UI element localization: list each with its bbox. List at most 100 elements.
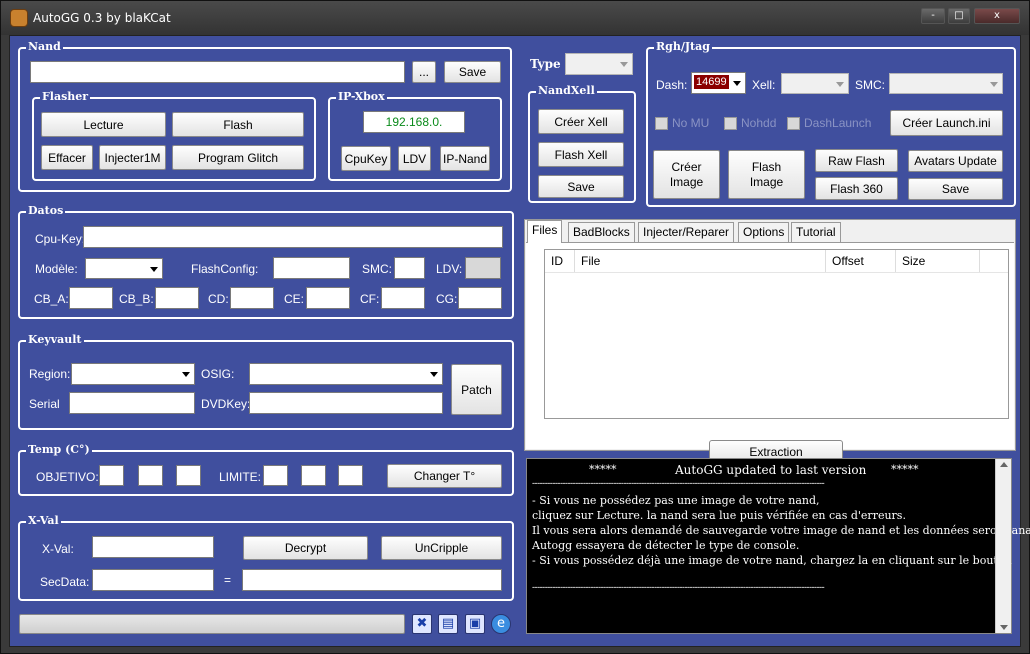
ip-nand-button[interactable]: IP-Nand [440,146,490,171]
nandxell-save-button[interactable]: Save [538,175,624,198]
effacer-button[interactable]: Effacer [41,145,93,170]
nohdd-label: Nohdd [741,116,777,130]
log-scrollbar[interactable] [995,459,1011,633]
cbb-input[interactable] [155,287,199,309]
dashlaunch-checkbox[interactable]: DashLaunch [787,116,871,130]
xell-select[interactable] [781,73,849,94]
nomu-checkbox[interactable]: No MU [655,116,709,130]
nand-path-input[interactable] [30,61,405,83]
temp-group-label: Temp (C°) [26,443,92,456]
objetivo-input-2[interactable] [138,465,163,486]
flasher-group-label: Flasher [40,90,91,103]
datos-smc-input[interactable] [394,257,425,279]
rgh-smc-label: SMC: [855,78,885,92]
creer-xell-button[interactable]: Créer Xell [538,109,624,134]
xval-input[interactable] [92,536,214,558]
column-header-file[interactable]: File [575,250,826,272]
osig-label: OSIG: [201,367,235,381]
type-select[interactable] [565,53,633,75]
progress-bar [19,614,405,634]
avatars-update-button[interactable]: Avatars Update [908,150,1003,172]
changer-temp-button[interactable]: Changer T° [387,464,502,488]
ce-input[interactable] [306,287,350,309]
cf-input[interactable] [381,287,425,309]
limite-input-1[interactable] [263,465,288,486]
column-header-size[interactable]: Size [896,250,980,272]
limite-input-2[interactable] [301,465,326,486]
open-file-icon[interactable]: ▤ [438,614,458,634]
creer-launch-ini-button[interactable]: Créer Launch.ini [890,110,1003,136]
cg-input[interactable] [458,287,502,309]
tools-icon[interactable]: ✖ [412,614,432,634]
raw-flash-button[interactable]: Raw Flash [815,149,898,172]
scroll-down-icon[interactable] [1000,625,1008,630]
keyvault-group: Keyvault [18,333,514,430]
tab-injecter-reparer[interactable]: Injecter/Reparer [638,222,735,242]
nohdd-checkbox[interactable]: Nohdd [724,116,776,130]
datos-ldv-input[interactable] [465,257,501,279]
tab-files[interactable]: Files [527,220,563,243]
files-list[interactable]: ID File Offset Size [544,249,1009,419]
cd-input[interactable] [230,287,274,309]
datos-ldv-label: LDV: [436,262,463,276]
log-output[interactable]: ***** AutoGG updated to last version ***… [526,458,1030,634]
limite-input-3[interactable] [338,465,363,486]
region-select[interactable] [71,363,195,385]
tab-options[interactable]: Options [738,222,790,242]
close-button[interactable]: x [974,8,1020,24]
xell-label: Xell: [752,78,776,92]
ip-address-input[interactable]: 192.168.0. [363,111,465,133]
dvdkey-input[interactable] [249,392,443,414]
modele-select[interactable] [85,258,163,279]
nand-save-button[interactable]: Save [444,61,501,83]
ldv-button[interactable]: LDV [398,146,431,171]
maximize-button[interactable]: □ [948,8,970,24]
column-header-offset[interactable]: Offset [826,250,896,272]
rgh-save-button[interactable]: Save [908,178,1003,200]
info-icon[interactable]: e [491,614,511,634]
save-disk-icon[interactable]: ▣ [465,614,485,634]
cd-label: CD: [208,292,229,306]
serial-input[interactable] [69,392,195,414]
lecture-button[interactable]: Lecture [41,112,166,137]
log-line: Autogg essayera de détecter le type de c… [532,539,800,552]
flash-button[interactable]: Flash [172,112,304,137]
flash-xell-button[interactable]: Flash Xell [538,142,624,167]
column-header-id[interactable]: ID [545,250,575,272]
flash-image-button[interactable]: Flash Image [728,150,805,199]
cpukey-input[interactable] [83,226,503,248]
modele-label: Modèle: [35,262,78,276]
log-update-line: AutoGG updated to last version [675,463,867,477]
secdata-result-input[interactable] [242,569,502,591]
rgh-smc-select[interactable] [889,73,1003,94]
tab-tutorial[interactable]: Tutorial [791,222,841,242]
flashconfig-input[interactable] [273,257,350,279]
cpukey-button[interactable]: CpuKey [341,146,391,171]
secdata-input[interactable] [92,569,214,591]
injecter1m-button[interactable]: Injecter1M [99,145,166,170]
osig-select[interactable] [249,363,443,385]
cba-input[interactable] [69,287,113,309]
app-logo-icon [10,9,28,27]
log-line: - Si vous possédez déjà une image de vot… [532,554,1012,567]
decrypt-button[interactable]: Decrypt [243,536,368,560]
scroll-up-icon[interactable] [1000,462,1008,467]
creer-image-button[interactable]: Créer Image [653,150,720,199]
objetivo-input-3[interactable] [176,465,201,486]
cbb-label: CB_B: [119,292,154,306]
uncripple-button[interactable]: UnCripple [381,536,502,560]
program-glitch-button[interactable]: Program Glitch [172,145,304,170]
rgh-jtag-group-label: Rgh/Jtag [654,40,712,53]
dash-select[interactable]: 14699 [691,72,746,94]
title-bar[interactable]: AutoGG 0.3 by blaKCat - □ x [1,1,1029,35]
browse-button[interactable]: ... [412,61,436,83]
ipxbox-group-label: IP-Xbox [336,90,387,103]
objetivo-input-1[interactable] [99,465,124,486]
limite-label: LIMITE: [219,470,262,484]
patch-button[interactable]: Patch [451,364,502,415]
tab-badblocks[interactable]: BadBlocks [568,222,635,242]
flash-360-button[interactable]: Flash 360 [815,177,898,200]
checkbox-icon [655,116,668,130]
minimize-button[interactable]: - [921,8,945,24]
nandxell-group-label: NandXell [536,84,597,97]
